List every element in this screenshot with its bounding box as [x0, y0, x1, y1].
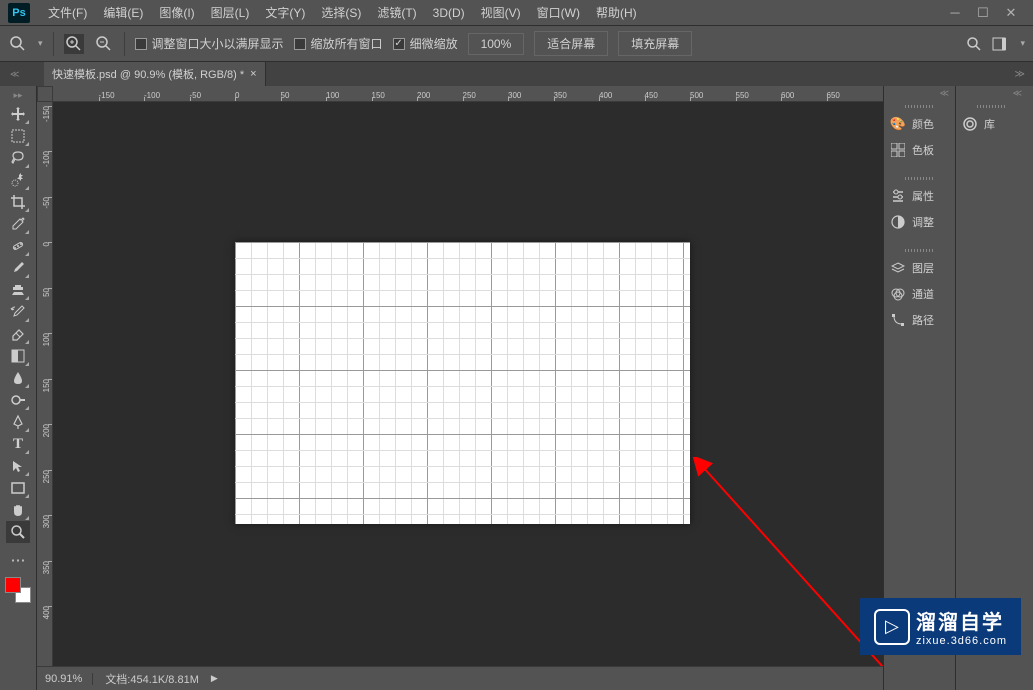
- clone-stamp-tool[interactable]: [6, 279, 30, 301]
- hand-tool[interactable]: [6, 499, 30, 521]
- canvas-viewport[interactable]: [53, 102, 883, 666]
- blur-tool[interactable]: [6, 367, 30, 389]
- annotation-arrow: [683, 457, 883, 666]
- move-tool[interactable]: [6, 103, 30, 125]
- menu-window[interactable]: 窗口(W): [529, 0, 588, 25]
- document-tab-close-icon[interactable]: ×: [250, 68, 256, 80]
- color-swatches[interactable]: [5, 577, 31, 603]
- brush-tool[interactable]: [6, 257, 30, 279]
- ruler-vertical[interactable]: -150-100-50050100150200250300350400: [37, 102, 53, 666]
- menu-file[interactable]: 文件(F): [40, 0, 95, 25]
- panel-color[interactable]: 🎨 颜色: [884, 111, 955, 137]
- scrubby-zoom-label: 细微缩放: [410, 35, 458, 52]
- status-zoom-level[interactable]: 90.91%: [45, 673, 93, 685]
- lasso-tool[interactable]: [6, 147, 30, 169]
- workspace-switcher-icon[interactable]: [992, 34, 1012, 54]
- document-tab[interactable]: 快速模板.psd @ 90.9% (模板, RGB/8) * ×: [44, 62, 266, 86]
- tools-panel: ▸▸ T ⋯: [0, 86, 37, 690]
- channels-icon: [890, 286, 906, 302]
- panel-swatches[interactable]: 色板: [884, 137, 955, 163]
- menu-3d[interactable]: 3D(D): [425, 2, 473, 24]
- zoom-all-checkbox[interactable]: 缩放所有窗口: [294, 35, 383, 52]
- ruler-origin[interactable]: [37, 86, 53, 102]
- scrubby-zoom-checkbox[interactable]: 细微缩放: [393, 35, 458, 52]
- status-info-chevron[interactable]: ▶: [211, 673, 218, 684]
- zoom-tool[interactable]: [6, 521, 30, 543]
- menu-help[interactable]: 帮助(H): [588, 0, 645, 25]
- panel-collapse-chevron[interactable]: ≪: [884, 86, 955, 101]
- crop-tool[interactable]: [6, 191, 30, 213]
- menu-image[interactable]: 图像(I): [151, 0, 202, 25]
- paths-icon: [890, 312, 906, 328]
- zoom-all-label: 缩放所有窗口: [311, 35, 383, 52]
- window-maximize-button[interactable]: ☐: [969, 3, 997, 23]
- panel-properties[interactable]: 属性: [884, 183, 955, 209]
- menu-select[interactable]: 选择(S): [313, 0, 369, 25]
- palette-icon: 🎨: [890, 116, 906, 132]
- menu-view[interactable]: 视图(V): [473, 0, 529, 25]
- zoom-out-icon[interactable]: [94, 34, 114, 54]
- dodge-tool[interactable]: [6, 389, 30, 411]
- panel-grip[interactable]: [884, 245, 955, 255]
- gradient-tool[interactable]: [6, 345, 30, 367]
- eyedropper-tool[interactable]: [6, 213, 30, 235]
- app-logo: Ps: [8, 3, 30, 23]
- search-icon[interactable]: [964, 34, 984, 54]
- marquee-tool[interactable]: [6, 125, 30, 147]
- cc-libraries-icon: [962, 116, 978, 132]
- type-tool[interactable]: T: [6, 433, 30, 455]
- tab-chevron-right[interactable]: ≫: [1015, 69, 1025, 80]
- fit-screen-button[interactable]: 适合屏幕: [534, 31, 608, 56]
- document-canvas[interactable]: [235, 242, 690, 524]
- menu-filter[interactable]: 滤镜(T): [369, 0, 424, 25]
- document-tab-title: 快速模板.psd @ 90.9% (模板, RGB/8) *: [52, 66, 244, 82]
- panel-layers[interactable]: 图层: [884, 255, 955, 281]
- pen-tool[interactable]: [6, 411, 30, 433]
- panel-channels[interactable]: 通道: [884, 281, 955, 307]
- zoom-100-button[interactable]: 100%: [468, 33, 525, 55]
- resize-windows-label: 调整窗口大小以满屏显示: [152, 35, 284, 52]
- window-close-button[interactable]: ✕: [997, 3, 1025, 23]
- panel-grip[interactable]: [884, 173, 955, 183]
- rectangle-tool[interactable]: [6, 477, 30, 499]
- menu-type[interactable]: 文字(Y): [257, 0, 313, 25]
- panel-collapse-chevron[interactable]: ≪: [956, 86, 1028, 101]
- resize-windows-checkbox[interactable]: 调整窗口大小以满屏显示: [135, 35, 284, 52]
- eraser-tool[interactable]: [6, 323, 30, 345]
- properties-icon: [890, 188, 906, 204]
- tab-chevron-left[interactable]: ≪: [10, 69, 19, 80]
- quick-selection-tool[interactable]: [6, 169, 30, 191]
- path-selection-tool[interactable]: [6, 455, 30, 477]
- window-minimize-button[interactable]: ─: [941, 3, 969, 23]
- toolbar-chevron[interactable]: ▸▸: [13, 90, 22, 103]
- status-doc-info[interactable]: 文档:454.1K/8.81M: [105, 671, 199, 687]
- tool-preset-icon[interactable]: [8, 34, 28, 54]
- panel-libraries[interactable]: 库: [956, 111, 1028, 137]
- history-brush-tool[interactable]: [6, 301, 30, 323]
- foreground-color-swatch[interactable]: [5, 577, 21, 593]
- menu-edit[interactable]: 编辑(E): [95, 0, 151, 25]
- layers-icon: [890, 260, 906, 276]
- menu-layer[interactable]: 图层(L): [203, 0, 258, 25]
- spot-healing-tool[interactable]: [6, 235, 30, 257]
- ruler-horizontal[interactable]: -150-100-5005010015020025030035040045050…: [53, 86, 883, 102]
- panel-grip[interactable]: [884, 101, 955, 111]
- edit-toolbar-button[interactable]: ⋯: [6, 549, 30, 571]
- swatches-icon: [890, 142, 906, 158]
- adjustments-icon: [890, 214, 906, 230]
- zoom-in-icon[interactable]: [64, 34, 84, 54]
- panel-grip[interactable]: [956, 101, 1028, 111]
- panel-adjustments[interactable]: 调整: [884, 209, 955, 235]
- panel-paths[interactable]: 路径: [884, 307, 955, 333]
- fill-screen-button[interactable]: 填充屏幕: [618, 31, 692, 56]
